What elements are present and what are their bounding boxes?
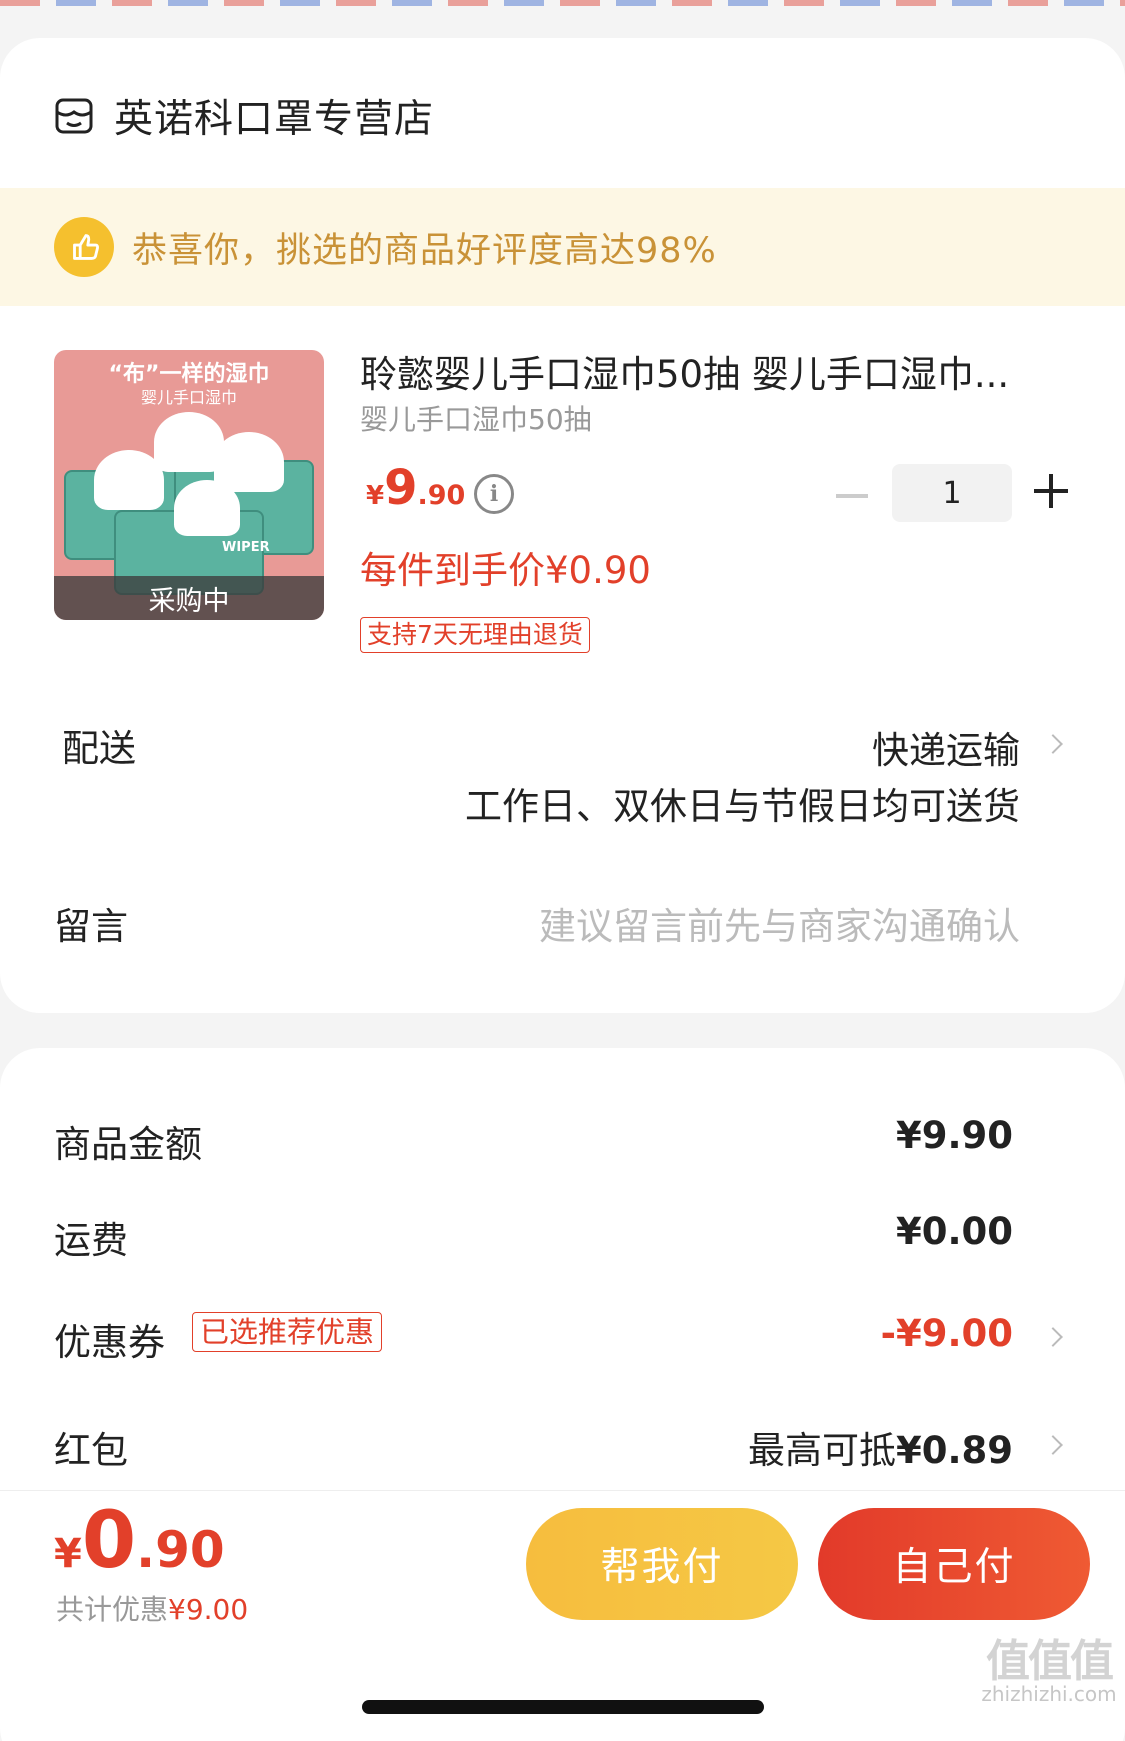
discount-value: ¥9.00 (168, 1593, 249, 1626)
wipe-sheet (174, 480, 240, 536)
price-currency: ¥ (366, 481, 385, 511)
store-icon (55, 98, 93, 134)
shop-name: 英诺科口罩专营店 (114, 97, 435, 142)
message-label: 留言 (54, 905, 128, 948)
total-discount: 共计优惠¥9.00 (56, 1588, 248, 1628)
help-pay-button[interactable]: 帮我付 (526, 1508, 798, 1620)
hongbao-label: 红包 (54, 1429, 128, 1472)
watermark-domain: zhizhizhi.com (981, 1682, 1117, 1706)
purchasing-status-overlay: 采购中 (54, 576, 324, 620)
quantity-decrease-button[interactable] (836, 494, 868, 498)
price-integer: 9 (384, 460, 418, 516)
home-indicator[interactable] (362, 1700, 764, 1714)
coupon-label: 优惠券 (54, 1321, 165, 1364)
total-currency: ¥ (54, 1531, 82, 1577)
delivery-note: 工作日、双休日与节假日均可送货 (465, 785, 1020, 828)
discount-prefix: 共计优惠 (56, 1593, 169, 1626)
coupon-badge: 已选推荐优惠 (192, 1312, 383, 1352)
self-pay-button[interactable]: 自己付 (818, 1508, 1090, 1620)
price-decimal: .90 (417, 480, 466, 511)
total-integer: 0 (81, 1496, 137, 1586)
thumbs-up-icon (54, 217, 114, 277)
product-spec[interactable]: 婴儿手口湿巾50抽 (360, 398, 592, 438)
price-info-icon[interactable]: i (474, 474, 514, 514)
hongbao-prefix: 最高可抵 (747, 1429, 896, 1472)
watermark-logo: 值值值 zhizhizhi.com (974, 1636, 1124, 1706)
total-price: ¥0.90 (54, 1496, 225, 1586)
pack-label: WIPER (222, 540, 270, 555)
unit-price: 每件到手价¥0.90 (360, 549, 651, 592)
top-decoration-stripe (0, 0, 1125, 6)
coupon-value[interactable]: -¥9.00 (881, 1312, 1013, 1355)
quantity-increase-button[interactable] (1034, 474, 1068, 508)
wipe-sheet (214, 432, 284, 492)
product-price: ¥9.90 (366, 460, 465, 516)
message-input[interactable]: 建议留言前先与商家沟通确认 (539, 896, 1020, 950)
hongbao-value[interactable]: 最高可抵¥0.89 (748, 1420, 1013, 1474)
product-image[interactable]: “布”一样的湿巾 婴儿手口湿巾 WIPER 采购中 (54, 350, 324, 620)
delivery-method[interactable]: 快递运输 (872, 720, 1020, 774)
quantity-input[interactable]: 1 (892, 464, 1012, 522)
hongbao-amount: ¥0.89 (895, 1429, 1013, 1472)
shop-header[interactable]: 英诺科口罩专营店 (54, 88, 434, 144)
wipe-sheet (94, 450, 164, 510)
total-decimal: .90 (136, 1521, 225, 1579)
shipping-value: ¥0.00 (895, 1210, 1013, 1253)
goods-amount-value: ¥9.90 (895, 1114, 1013, 1157)
product-image-subtitle: 婴儿手口湿巾 (140, 388, 237, 407)
watermark-glyphs: 值值值 (986, 1636, 1114, 1687)
rating-banner: 恭喜你，挑选的商品好评度高达98% (0, 188, 1125, 306)
product-title[interactable]: 聆懿婴儿手口湿巾50抽 婴儿手口湿巾... (360, 344, 1060, 398)
shipping-label: 运费 (54, 1219, 128, 1262)
return-policy-badge: 支持7天无理由退货 (360, 617, 590, 653)
goods-amount-label: 商品金额 (54, 1123, 202, 1166)
delivery-label: 配送 (62, 727, 136, 770)
rating-banner-text: 恭喜你，挑选的商品好评度高达98% (132, 230, 717, 271)
